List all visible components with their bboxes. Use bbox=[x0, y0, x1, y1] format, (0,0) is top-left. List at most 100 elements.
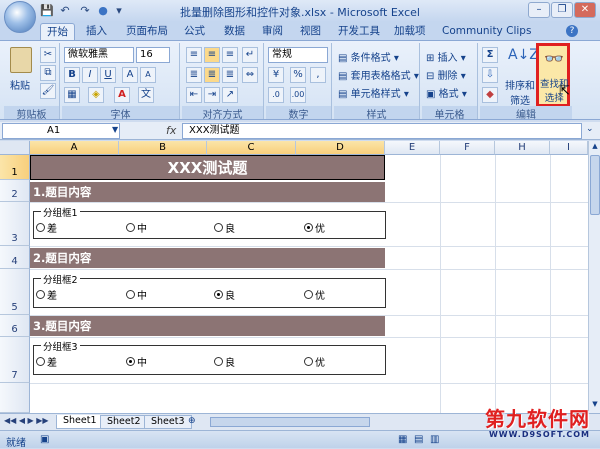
tab-developer[interactable]: 开发工具 bbox=[332, 23, 386, 40]
cut-icon[interactable]: ✂ bbox=[40, 47, 56, 63]
group-box-3[interactable]: 分组框3 差 中 良 优 bbox=[33, 339, 386, 375]
radio-option[interactable]: 中 bbox=[126, 287, 147, 302]
close-button[interactable]: ✕ bbox=[574, 2, 596, 18]
tab-data[interactable]: 数据 bbox=[218, 23, 251, 40]
page-layout-view-icon[interactable]: ▤ bbox=[414, 434, 423, 445]
save-icon[interactable]: 💾 bbox=[40, 4, 54, 18]
bold-button[interactable]: B bbox=[64, 67, 80, 83]
sheet-tab-2[interactable]: Sheet2 bbox=[100, 415, 148, 429]
shrink-font-icon[interactable]: A bbox=[140, 67, 156, 83]
column-header-c[interactable]: C bbox=[207, 141, 296, 155]
page-break-view-icon[interactable]: ▥ bbox=[430, 434, 439, 445]
column-header-d[interactable]: D bbox=[296, 141, 385, 155]
row-header-5[interactable]: 5 bbox=[0, 269, 30, 315]
tab-formulas[interactable]: 公式 bbox=[178, 23, 211, 40]
clear-icon[interactable]: ◆ bbox=[482, 87, 498, 103]
number-format-select[interactable]: 常规 bbox=[268, 47, 328, 63]
column-header-h[interactable]: H bbox=[495, 141, 550, 155]
increase-decimal-icon[interactable]: .0 bbox=[268, 87, 284, 103]
tab-view[interactable]: 视图 bbox=[294, 23, 327, 40]
column-header-f[interactable]: F bbox=[440, 141, 495, 155]
radio-option[interactable]: 优 bbox=[304, 220, 325, 235]
column-header-i[interactable]: I bbox=[550, 141, 588, 155]
decrease-decimal-icon[interactable]: .00 bbox=[290, 87, 306, 103]
circle-icon[interactable]: ● bbox=[96, 4, 110, 18]
phonetic-icon[interactable]: 文 bbox=[138, 87, 154, 103]
merge-cells-icon[interactable]: ⇔ bbox=[242, 67, 258, 83]
formula-input[interactable]: XXX测试题 bbox=[182, 123, 582, 139]
column-header-e[interactable]: E bbox=[385, 141, 440, 155]
align-bottom-icon[interactable]: ≡ bbox=[222, 47, 238, 63]
scroll-thumb[interactable] bbox=[590, 155, 600, 215]
expand-formula-icon[interactable]: ⌄ bbox=[586, 124, 594, 134]
currency-icon[interactable]: ¥ bbox=[268, 67, 284, 83]
section-heading-3[interactable]: 3.题目内容 bbox=[30, 316, 385, 336]
format-cells-button[interactable]: ▣ 格式 ▾ bbox=[426, 85, 467, 100]
scroll-down-icon[interactable]: ▼ bbox=[590, 400, 600, 410]
percent-icon[interactable]: % bbox=[290, 67, 306, 83]
radio-option[interactable]: 差 bbox=[36, 220, 57, 235]
align-center-icon[interactable]: ≣ bbox=[204, 67, 220, 83]
tab-page-layout[interactable]: 页面布局 bbox=[120, 23, 174, 40]
orientation-icon[interactable]: ↗ bbox=[222, 87, 238, 103]
radio-option[interactable]: 优 bbox=[304, 287, 325, 302]
radio-option[interactable]: 差 bbox=[36, 354, 57, 369]
sort-filter-button[interactable]: 排序和 筛选 bbox=[505, 77, 535, 107]
radio-option[interactable]: 中 bbox=[126, 220, 147, 235]
radio-option[interactable]: 优 bbox=[304, 354, 325, 369]
sort-filter-icon[interactable]: A↓Z bbox=[508, 47, 539, 73]
grow-font-icon[interactable]: A bbox=[122, 67, 138, 83]
fill-color-icon[interactable]: ◈ bbox=[88, 87, 104, 103]
paste-icon[interactable] bbox=[10, 47, 32, 73]
cell-styles-button[interactable]: ▤ 单元格样式 ▾ bbox=[338, 85, 409, 100]
font-name-select[interactable]: 微软雅黑 bbox=[64, 47, 134, 63]
comma-icon[interactable]: , bbox=[310, 67, 326, 83]
tab-home[interactable]: 开始 bbox=[40, 23, 75, 40]
radio-option[interactable]: 良 bbox=[214, 220, 235, 235]
decrease-indent-icon[interactable]: ⇤ bbox=[186, 87, 202, 103]
tab-insert[interactable]: 插入 bbox=[80, 23, 113, 40]
row-header-1[interactable]: 1 bbox=[0, 155, 30, 180]
vertical-scrollbar[interactable]: ▲ ▼ bbox=[588, 141, 600, 413]
tab-review[interactable]: 审阅 bbox=[256, 23, 289, 40]
redo-icon[interactable]: ↷ bbox=[78, 4, 92, 18]
wrap-text-icon[interactable]: ↵ bbox=[242, 47, 258, 63]
column-header-b[interactable]: B bbox=[119, 141, 207, 155]
macro-record-icon[interactable]: ▣ bbox=[40, 434, 49, 445]
insert-sheet-icon[interactable]: ⊕ bbox=[188, 416, 196, 426]
qat-more-icon[interactable]: ▾ bbox=[112, 4, 126, 18]
section-heading-1[interactable]: 1.题目内容 bbox=[30, 182, 385, 202]
radio-option[interactable]: 差 bbox=[36, 287, 57, 302]
maximize-button[interactable]: ❐ bbox=[551, 2, 573, 18]
name-box-dropdown-icon[interactable]: ▼ bbox=[112, 125, 118, 134]
font-size-select[interactable]: 16 bbox=[136, 47, 170, 63]
normal-view-icon[interactable]: ▦ bbox=[398, 434, 407, 445]
row-header-3[interactable]: 3 bbox=[0, 202, 30, 246]
conditional-format-button[interactable]: ▤ 条件格式 ▾ bbox=[338, 49, 399, 64]
radio-option[interactable]: 良 bbox=[214, 354, 235, 369]
italic-button[interactable]: I bbox=[82, 67, 98, 83]
sheet-title-cell[interactable]: XXX测试题 bbox=[30, 155, 385, 180]
section-heading-2[interactable]: 2.题目内容 bbox=[30, 248, 385, 268]
fx-icon[interactable]: fx bbox=[166, 124, 176, 137]
row-header-8[interactable] bbox=[0, 383, 30, 413]
row-header-6[interactable]: 6 bbox=[0, 315, 30, 337]
paste-button[interactable]: 粘贴 bbox=[10, 77, 30, 92]
align-left-icon[interactable]: ≣ bbox=[186, 67, 202, 83]
group-box-2[interactable]: 分组框2 差 中 良 优 bbox=[33, 272, 386, 308]
border-icon[interactable]: ▦ bbox=[64, 87, 80, 103]
insert-cells-button[interactable]: ⊞ 插入 ▾ bbox=[426, 49, 466, 64]
font-color-icon[interactable]: A bbox=[114, 87, 130, 103]
office-button[interactable] bbox=[4, 1, 36, 33]
radio-option[interactable]: 中 bbox=[126, 354, 147, 369]
format-painter-icon[interactable]: 🖌 bbox=[40, 83, 56, 99]
underline-button[interactable]: U bbox=[100, 67, 116, 83]
align-middle-icon[interactable]: ≡ bbox=[204, 47, 220, 63]
tab-community-clips[interactable]: Community Clips bbox=[436, 23, 537, 40]
fill-icon[interactable]: ⇩ bbox=[482, 67, 498, 83]
increase-indent-icon[interactable]: ⇥ bbox=[204, 87, 220, 103]
align-top-icon[interactable]: ≡ bbox=[186, 47, 202, 63]
copy-icon[interactable]: ⧉ bbox=[40, 65, 56, 81]
help-icon[interactable]: ? bbox=[566, 25, 578, 37]
horizontal-scrollbar[interactable] bbox=[210, 417, 370, 427]
